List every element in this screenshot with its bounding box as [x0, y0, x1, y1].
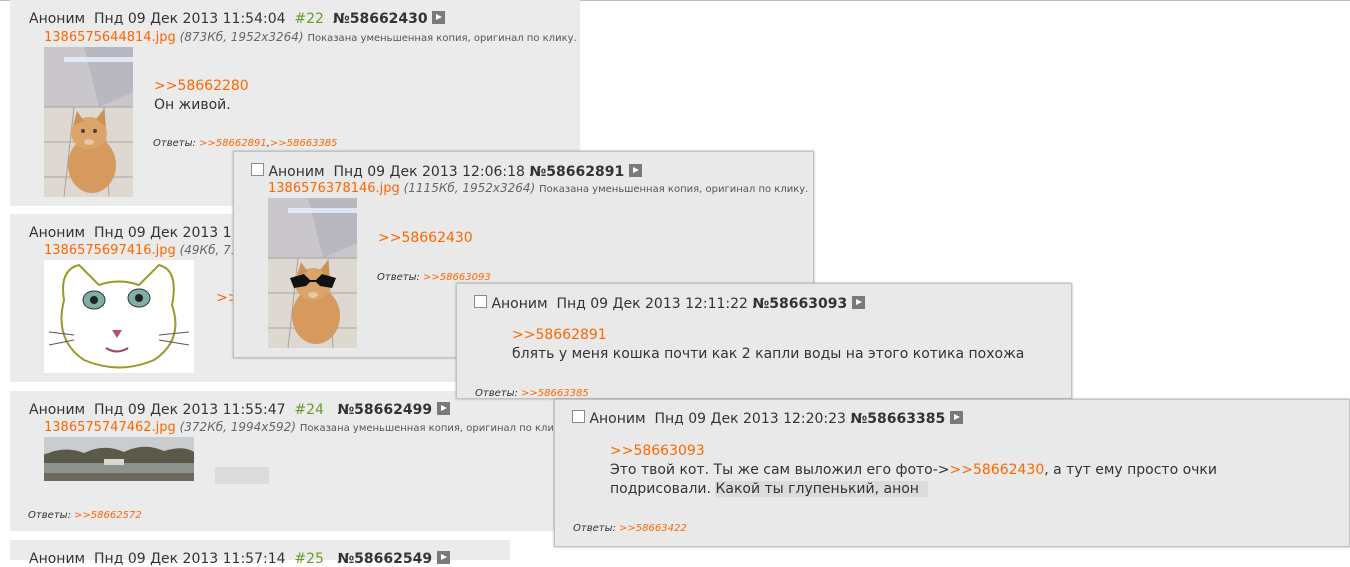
file-meta: (49Кб, 71	[179, 243, 239, 257]
thumbnail-note: Показана уменьшенная копия, оригинал по …	[307, 33, 577, 44]
post-date: Пнд 09 Дек 2013 11:55:47	[94, 402, 286, 418]
post-id-link[interactable]: №58662499	[337, 402, 432, 418]
post-author: Аноним	[29, 11, 86, 27]
post-58662499: Аноним Пнд 09 Дек 2013 11:55:47 #24 №586…	[10, 391, 580, 531]
file-meta: (1115Кб, 1952x3264)	[403, 181, 536, 195]
file-info: 1386575747462.jpg (372Кб, 1994x592) Пока…	[44, 420, 569, 435]
post-author: Аноним	[29, 225, 86, 241]
inline-reply-link[interactable]: >>58662430	[950, 462, 1045, 478]
post-header: Аноним Пнд 09 Дек 2013 11:54:04 #22 №586…	[29, 11, 446, 27]
reply-link[interactable]: >>58662430	[378, 230, 473, 246]
post-header: Аноним Пнд 09 Дек 2013 12:11:22 №5866309…	[474, 295, 865, 312]
post-58662549: Аноним Пнд 09 Дек 2013 11:57:14 #25 №586…	[10, 540, 510, 567]
post-header: Аноним Пнд 09 Дек 2013 1	[29, 225, 232, 241]
post-author: Аноним	[589, 411, 646, 427]
reply-backlink[interactable]: >>58663385	[521, 388, 589, 399]
expand-arrow-icon[interactable]	[436, 402, 450, 415]
file-meta: (873Кб, 1952x3264)	[179, 30, 304, 44]
post-id-link[interactable]: №58662549	[337, 551, 432, 567]
post-header: Аноним Пнд 09 Дек 2013 11:57:14 #25 №586…	[29, 551, 450, 567]
select-post-checkbox[interactable]	[572, 410, 585, 423]
post-header: Аноним Пнд 09 Дек 2013 12:06:18 №5866289…	[251, 163, 642, 180]
reply-link[interactable]: >>58662891	[512, 327, 607, 343]
post-id-link[interactable]: №58662891	[529, 164, 624, 180]
thumbnail-note: Показана уменьшенная копия, оригинал по …	[299, 423, 570, 434]
post-author: Аноним	[491, 296, 548, 312]
file-link[interactable]: 1386575644814.jpg	[44, 30, 176, 45]
post-author: Аноним	[268, 164, 325, 180]
expand-arrow-icon[interactable]	[851, 296, 865, 309]
expand-arrow-icon[interactable]	[432, 11, 446, 24]
message-text: Это твой кот. Ты же сам выложил его фото…	[610, 462, 950, 478]
post-thumbnail[interactable]	[44, 437, 194, 481]
hidden-text-block	[215, 467, 269, 484]
post-number-link[interactable]: #25	[294, 551, 324, 567]
post-thumbnail[interactable]	[44, 47, 133, 197]
select-post-checkbox[interactable]	[251, 163, 264, 176]
replies-label: Ответы:	[28, 510, 71, 521]
post-number-link[interactable]: #22	[294, 11, 324, 27]
replies-list: Ответы: >>58662891,>>58663385	[153, 138, 338, 149]
post-date: Пнд 09 Дек 2013 12:20:23	[654, 411, 846, 427]
post-thumbnail[interactable]	[44, 260, 194, 373]
reply-backlink[interactable]: >>58663422	[619, 523, 687, 534]
post-header: Аноним Пнд 09 Дек 2013 12:20:23 №5866338…	[572, 410, 963, 427]
post-id-link[interactable]: №58663385	[850, 411, 945, 427]
reply-backlink[interactable]: >>58663093	[423, 272, 491, 283]
message-text: , а тут ему просто очки	[1044, 462, 1217, 478]
preview-popup-58663385: Аноним Пнд 09 Дек 2013 12:20:23 №5866338…	[554, 399, 1350, 547]
post-message: Он живой.	[154, 97, 231, 113]
post-id-link[interactable]: №58663093	[752, 296, 847, 312]
expand-arrow-icon[interactable]	[436, 551, 450, 564]
reply-link[interactable]: >>58663093	[610, 443, 705, 459]
file-link[interactable]: 1386575697416.jpg	[44, 243, 176, 258]
replies-list: Ответы: >>58663093	[377, 272, 491, 283]
reply-backlink[interactable]: >>58662572	[74, 510, 142, 521]
post-number-link[interactable]: #24	[294, 402, 324, 418]
post-thumbnail[interactable]	[268, 198, 357, 348]
post-id-link[interactable]: №58662430	[333, 11, 428, 27]
post-date: Пнд 09 Дек 2013 11:57:14	[94, 551, 286, 567]
selected-text: Какой ты глупенький, анон	[715, 481, 928, 497]
select-post-checkbox[interactable]	[474, 295, 487, 308]
post-author: Аноним	[29, 402, 86, 418]
replies-label: Ответы:	[377, 272, 420, 283]
file-info: 1386575697416.jpg (49Кб, 71	[44, 243, 238, 258]
post-date: Пнд 09 Дек 2013 11:54:04	[94, 11, 286, 27]
preview-popup-58663093: Аноним Пнд 09 Дек 2013 12:11:22 №5866309…	[456, 283, 1072, 399]
file-link[interactable]: 1386575747462.jpg	[44, 420, 176, 435]
replies-label: Ответы:	[475, 388, 518, 399]
file-meta: (372Кб, 1994x592)	[179, 420, 296, 434]
replies-list: Ответы: >>58663422	[573, 523, 687, 534]
post-message: блять у меня кошка почти как 2 капли вод…	[512, 346, 1025, 362]
replies-list: Ответы: >>58663385	[475, 388, 589, 399]
replies-label: Ответы:	[153, 138, 196, 149]
thumbnail-note: Показана уменьшенная копия, оригинал по …	[539, 184, 809, 195]
post-date: Пнд 09 Дек 2013 12:06:18	[333, 164, 525, 180]
file-link[interactable]: 1386576378146.jpg	[268, 181, 400, 196]
reply-backlink[interactable]: >>58662891	[199, 138, 267, 149]
file-info: 1386576378146.jpg (1115Кб, 1952x3264) По…	[268, 181, 808, 196]
post-date: Пнд 09 Дек 2013 12:11:22	[556, 296, 748, 312]
post-header: Аноним Пнд 09 Дек 2013 11:55:47 #24 №586…	[29, 402, 450, 418]
file-info: 1386575644814.jpg (873Кб, 1952x3264) Пок…	[44, 30, 577, 45]
expand-arrow-icon[interactable]	[628, 164, 642, 177]
replies-list: Ответы: >>58662572	[28, 510, 142, 521]
replies-label: Ответы:	[573, 523, 616, 534]
post-message: Это твой кот. Ты же сам выложил его фото…	[610, 461, 1217, 499]
message-text: подрисовали.	[610, 481, 711, 497]
post-author: Аноним	[29, 551, 86, 567]
reply-link[interactable]: >>58662280	[154, 78, 249, 94]
expand-arrow-icon[interactable]	[949, 411, 963, 424]
post-date: Пнд 09 Дек 2013 1	[94, 225, 232, 241]
reply-backlink[interactable]: >>58663385	[270, 138, 338, 149]
